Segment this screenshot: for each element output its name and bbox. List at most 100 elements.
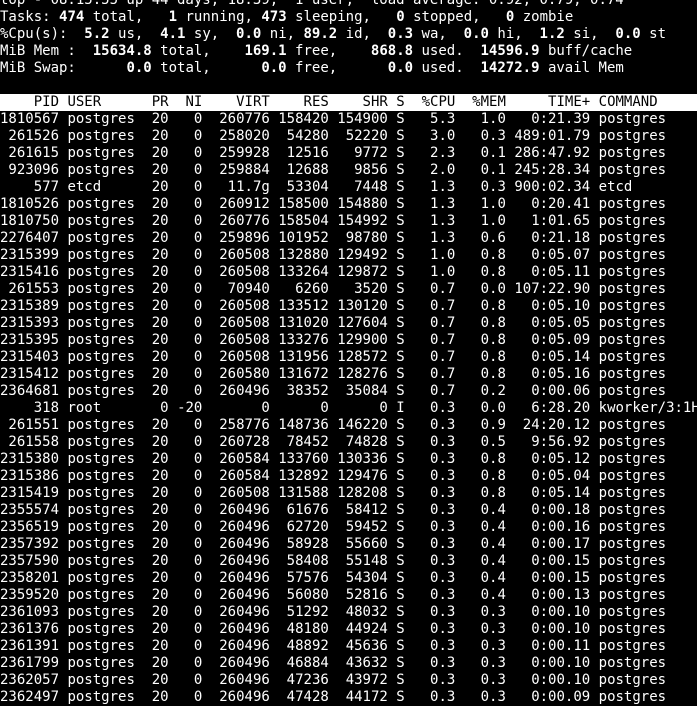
process-res: 47428 [278, 689, 329, 705]
process-row[interactable]: 2362057 postgres 20 0 260496 47236 43972… [0, 672, 697, 689]
process-table-header[interactable]: PID USER PR NI VIRT RES SHR S %CPU %MEM … [0, 94, 697, 111]
process-row[interactable]: 1810526 postgres 20 0 260912 158500 1548… [0, 196, 697, 213]
process-row[interactable]: 2355574 postgres 20 0 260496 61676 58412… [0, 502, 697, 519]
process-row[interactable]: 2315389 postgres 20 0 260508 133512 1301… [0, 298, 697, 315]
process-row[interactable]: 2315380 postgres 20 0 260584 133760 1303… [0, 451, 697, 468]
process-command: postgres [598, 689, 667, 705]
column-header-virt[interactable]: VIRT [211, 94, 270, 110]
process-row[interactable]: 923096 postgres 20 0 259884 12688 9856 S… [0, 162, 697, 179]
process-pid: 261553 [0, 281, 60, 297]
process-row[interactable]: 2361391 postgres 20 0 260496 48892 45636… [0, 638, 697, 655]
process-row[interactable]: 2364681 postgres 20 0 260496 38352 35084… [0, 383, 697, 400]
process-pr: 20 [143, 196, 169, 212]
process-row[interactable]: 2361799 postgres 20 0 260496 46884 43632… [0, 655, 697, 672]
process-pr: 20 [143, 247, 169, 263]
process-pid: 2361376 [0, 621, 60, 637]
process-row[interactable]: 2361093 postgres 20 0 260496 51292 48032… [0, 604, 697, 621]
process-pid: 2315395 [0, 332, 60, 348]
process-state: S [396, 604, 405, 620]
process-state: S [396, 247, 405, 263]
column-header-user[interactable]: USER [67, 94, 134, 110]
column-header-shr[interactable]: SHR [337, 94, 388, 110]
process-row[interactable]: 318 root 0 -20 0 0 0 I 0.3 0.0 6:28.20 k… [0, 400, 697, 417]
column-header-mem[interactable]: %MEM [464, 94, 506, 110]
process-ni: 0 [177, 230, 203, 246]
process-pid: 2356519 [0, 519, 60, 535]
process-command: postgres [598, 196, 667, 212]
process-row[interactable]: 2357392 postgres 20 0 260496 58928 55660… [0, 536, 697, 553]
process-virt: 260508 [210, 485, 270, 501]
column-header-res[interactable]: RES [278, 94, 329, 110]
process-pr: 20 [143, 638, 169, 654]
tasks-total-label: total, [84, 9, 144, 25]
process-time: 0:05.05 [514, 315, 591, 331]
process-row[interactable]: 1810750 postgres 20 0 260776 158504 1549… [0, 213, 697, 230]
process-row[interactable]: 261558 postgres 20 0 260728 78452 74828 … [0, 434, 697, 451]
process-pid: 2315399 [0, 247, 60, 263]
process-time: 0:00.17 [514, 536, 591, 552]
process-mem: 0.6 [463, 230, 506, 246]
process-time: 6:28.20 [514, 400, 591, 416]
process-state: S [396, 332, 405, 348]
process-row[interactable]: 261551 postgres 20 0 258776 148736 14622… [0, 417, 697, 434]
process-pr: 20 [143, 570, 169, 586]
process-shr: 128276 [337, 366, 388, 382]
process-row[interactable]: 261615 postgres 20 0 259928 12516 9772 S… [0, 145, 697, 162]
process-row[interactable]: 2315403 postgres 20 0 260508 131956 1285… [0, 349, 697, 366]
process-pr: 20 [143, 366, 169, 382]
process-row[interactable]: 2315393 postgres 20 0 260508 131020 1276… [0, 315, 697, 332]
tasks-stopped-value: 0 [396, 9, 405, 25]
process-pr: 20 [143, 332, 169, 348]
column-header-cpu[interactable]: %CPU [413, 94, 456, 110]
process-row[interactable]: 2358201 postgres 20 0 260496 57576 54304… [0, 570, 697, 587]
column-header-state[interactable]: S [396, 94, 404, 110]
process-pr: 20 [143, 315, 169, 331]
process-row[interactable]: 2361376 postgres 20 0 260496 48180 44924… [0, 621, 697, 638]
column-header-pr[interactable]: PR [143, 94, 169, 110]
process-mem: 0.1 [463, 162, 506, 178]
process-table[interactable]: 1810567 postgres 20 0 260776 158420 1549… [0, 111, 697, 706]
process-ni: 0 [177, 434, 203, 450]
process-shr: 127604 [337, 315, 388, 331]
process-row[interactable]: 261553 postgres 20 0 70940 6260 3520 S 0… [0, 281, 697, 298]
process-res: 48180 [278, 621, 329, 637]
process-row[interactable]: 2315386 postgres 20 0 260584 132892 1294… [0, 468, 697, 485]
process-time: 286:47.92 [514, 145, 591, 161]
process-row[interactable]: 2356519 postgres 20 0 260496 62720 59452… [0, 519, 697, 536]
column-header-ni[interactable]: NI [177, 94, 202, 110]
process-row[interactable]: 1810567 postgres 20 0 260776 158420 1549… [0, 111, 697, 128]
process-row[interactable]: 2359520 postgres 20 0 260496 56080 52816… [0, 587, 697, 604]
process-state: S [396, 621, 405, 637]
process-pr: 20 [143, 604, 169, 620]
process-row[interactable]: 577 etcd 20 0 11.7g 53304 7448 S 1.3 0.3… [0, 179, 697, 196]
process-user: postgres [67, 451, 135, 467]
column-header-pid[interactable]: PID [0, 94, 59, 110]
process-row[interactable]: 2362497 postgres 20 0 260496 47428 44172… [0, 689, 697, 706]
process-shr: 55148 [337, 553, 388, 569]
process-user: postgres [67, 536, 135, 552]
process-state: S [396, 315, 405, 331]
process-row[interactable]: 2315399 postgres 20 0 260508 132880 1294… [0, 247, 697, 264]
column-header-time[interactable]: TIME+ [514, 94, 590, 110]
process-shr: 154880 [337, 196, 388, 212]
process-user: postgres [67, 281, 135, 297]
process-row[interactable]: 2276407 postgres 20 0 259896 101952 9878… [0, 230, 697, 247]
process-row[interactable]: 261526 postgres 20 0 258020 54280 52220 … [0, 128, 697, 145]
process-state: S [396, 145, 405, 161]
process-row[interactable]: 2315419 postgres 20 0 260508 131588 1282… [0, 485, 697, 502]
process-ni: 0 [177, 417, 203, 433]
process-time: 245:28.34 [514, 162, 591, 178]
process-pid: 2357392 [0, 536, 60, 552]
process-command: postgres [598, 587, 667, 603]
process-row[interactable]: 2357590 postgres 20 0 260496 58408 55148… [0, 553, 697, 570]
process-user: postgres [67, 621, 135, 637]
process-row[interactable]: 2315412 postgres 20 0 260580 131672 1282… [0, 366, 697, 383]
process-pid: 2315393 [0, 315, 60, 331]
process-row[interactable]: 2315416 postgres 20 0 260508 133264 1298… [0, 264, 697, 281]
process-state: S [396, 638, 405, 654]
process-cpu: 0.7 [413, 332, 456, 348]
column-header-command[interactable]: COMMAND [599, 94, 658, 110]
tasks-running-label: running, [177, 9, 253, 25]
process-row[interactable]: 2315395 postgres 20 0 260508 133276 1299… [0, 332, 697, 349]
process-command: postgres [598, 247, 667, 263]
